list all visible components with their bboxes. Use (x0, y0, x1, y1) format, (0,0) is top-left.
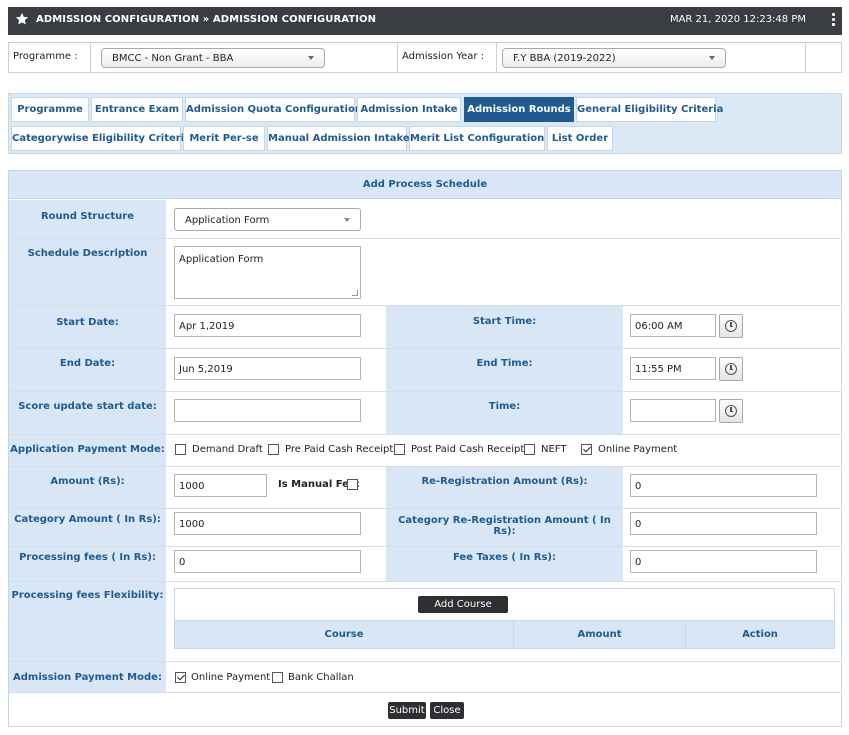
star-icon[interactable] (15, 12, 29, 26)
bank-challan-label: Bank Challan (288, 672, 354, 683)
tab-merit-per-se[interactable]: Merit Per-se (183, 126, 265, 151)
time-label: Time: (386, 392, 623, 434)
start-time-input[interactable]: 06:00 AM (630, 314, 716, 337)
round-structure-value: Application Form (185, 215, 270, 226)
tab-programme[interactable]: Programme (11, 97, 89, 122)
tab-general-eligibility-criteria[interactable]: General Eligibility Criteria (576, 97, 723, 122)
pre-paid-cash-receipt-checkbox[interactable] (268, 444, 279, 455)
processing-fees-input[interactable]: 0 (174, 550, 361, 573)
process-schedule-form: Add Process Schedule Round Structure App… (8, 170, 842, 727)
chevron-down-icon (344, 218, 350, 222)
processing-fees-label: Processing fees ( In Rs): (19, 552, 156, 563)
category-rereg-label: Category Re-Registration Amount ( In Rs)… (386, 509, 623, 546)
clock-icon[interactable] (719, 357, 743, 381)
online-payment-label: Online Payment (598, 444, 678, 455)
round-structure-select[interactable]: Application Form (174, 208, 361, 231)
page-header: ADMISSION CONFIGURATION » ADMISSION CONF… (8, 7, 842, 35)
page-title: ADMISSION CONFIGURATION » ADMISSION CONF… (36, 14, 377, 25)
admission-year-label: Admission Year : (402, 51, 485, 62)
tab-admission-rounds[interactable]: Admission Rounds (464, 97, 574, 122)
fee-taxes-label: Fee Taxes ( In Rs): (386, 547, 623, 581)
programme-select[interactable]: BMCC - Non Grant - BBA (101, 48, 325, 68)
start-time-label: Start Time: (386, 306, 623, 348)
rereg-amount-input[interactable]: 0 (630, 474, 817, 497)
config-tabs: Programme Entrance Exam Admission Quota … (8, 93, 842, 154)
category-amount-label: Category Amount ( In Rs): (14, 514, 161, 525)
schedule-description-label: Schedule Description (27, 248, 148, 259)
datetime-display: MAR 21, 2020 12:23:48 PM (669, 14, 806, 25)
post-paid-cash-receipt-label: Post Paid Cash Receipt (411, 444, 525, 455)
demand-draft-label: Demand Draft (192, 444, 263, 455)
round-structure-label: Round Structure (40, 211, 135, 222)
time-input[interactable] (630, 399, 716, 422)
fee-taxes-input[interactable]: 0 (630, 550, 817, 573)
online-payment-checkbox[interactable] (581, 444, 592, 455)
programme-select-value: BMCC - Non Grant - BBA (112, 53, 234, 64)
start-date-input[interactable]: Apr 1,2019 (174, 314, 361, 337)
add-course-details-button[interactable]: Add Course Details (418, 596, 508, 627)
admission-payment-mode-label: Admission Payment Mode: (13, 672, 162, 683)
tab-merit-list-configuration[interactable]: Merit List Configuration (409, 126, 545, 151)
rereg-amount-label: Re-Registration Amount (Rs): (386, 467, 623, 508)
tab-admission-intake[interactable]: Admission Intake (357, 97, 461, 122)
end-time-label: End Time: (386, 349, 623, 391)
score-update-input[interactable] (174, 399, 361, 422)
more-menu-icon[interactable] (832, 13, 836, 27)
end-date-label: End Date: (59, 358, 116, 369)
admission-year-select[interactable]: F.Y BBA (2019-2022) (502, 48, 726, 68)
tab-entrance-exam[interactable]: Entrance Exam (91, 97, 183, 122)
course-table-header: Course Amount Action (175, 620, 834, 649)
amount-label: Amount (Rs): (50, 476, 125, 487)
action-column-header: Action (742, 629, 778, 640)
schedule-description-textarea[interactable]: Application Form (174, 246, 361, 299)
pre-paid-cash-receipt-label: Pre Paid Cash Receipt (285, 444, 394, 455)
category-amount-input[interactable]: 1000 (174, 512, 361, 535)
start-date-label: Start Date: (56, 317, 119, 328)
course-details-panel: Add Course Details Course Amount Action (174, 588, 835, 649)
resize-handle-icon[interactable] (352, 290, 358, 296)
chevron-down-icon (709, 56, 715, 60)
clock-icon[interactable] (719, 399, 743, 423)
clock-icon[interactable] (719, 314, 743, 338)
end-date-input[interactable]: Jun 5,2019 (174, 357, 361, 380)
category-rereg-input[interactable]: 0 (630, 512, 817, 535)
end-time-input[interactable]: 11:55 PM (630, 357, 716, 380)
neft-label: NEFT (541, 444, 567, 455)
close-button[interactable]: Close (430, 702, 464, 719)
processing-flex-label: Processing fees Flexibility: (11, 590, 164, 601)
tab-manual-admission-intake[interactable]: Manual Admission Intake (267, 126, 410, 151)
bank-challan-checkbox[interactable] (272, 672, 283, 683)
course-column-header: Course (175, 621, 514, 649)
admission-year-select-value: F.Y BBA (2019-2022) (513, 53, 616, 64)
chevron-down-icon (308, 56, 314, 60)
demand-draft-checkbox[interactable] (175, 444, 186, 455)
programme-label: Programme : (13, 51, 78, 62)
form-heading: Add Process Schedule (9, 171, 841, 199)
tab-admission-quota-configuration[interactable]: Admission Quota Configuration (185, 97, 362, 122)
programme-selector-row: Programme : BMCC - Non Grant - BBA Admis… (8, 42, 842, 73)
admission-online-payment-label: Online Payment (191, 672, 271, 683)
amount-column-header: Amount (514, 621, 686, 649)
submit-button[interactable]: Submit (388, 702, 426, 719)
score-update-label: Score update start date: (18, 401, 157, 412)
amount-input[interactable]: 1000 (174, 474, 267, 497)
manual-fee-checkbox[interactable] (347, 479, 358, 490)
tab-categorywise-eligibility-criteria[interactable]: Categorywise Eligibility Criteria (11, 126, 191, 151)
tab-list-order[interactable]: List Order (547, 126, 613, 151)
neft-checkbox[interactable] (524, 444, 535, 455)
admission-online-payment-checkbox[interactable] (175, 672, 186, 683)
post-paid-cash-receipt-checkbox[interactable] (394, 444, 405, 455)
app-payment-mode-label: Application Payment Mode: (10, 444, 165, 455)
